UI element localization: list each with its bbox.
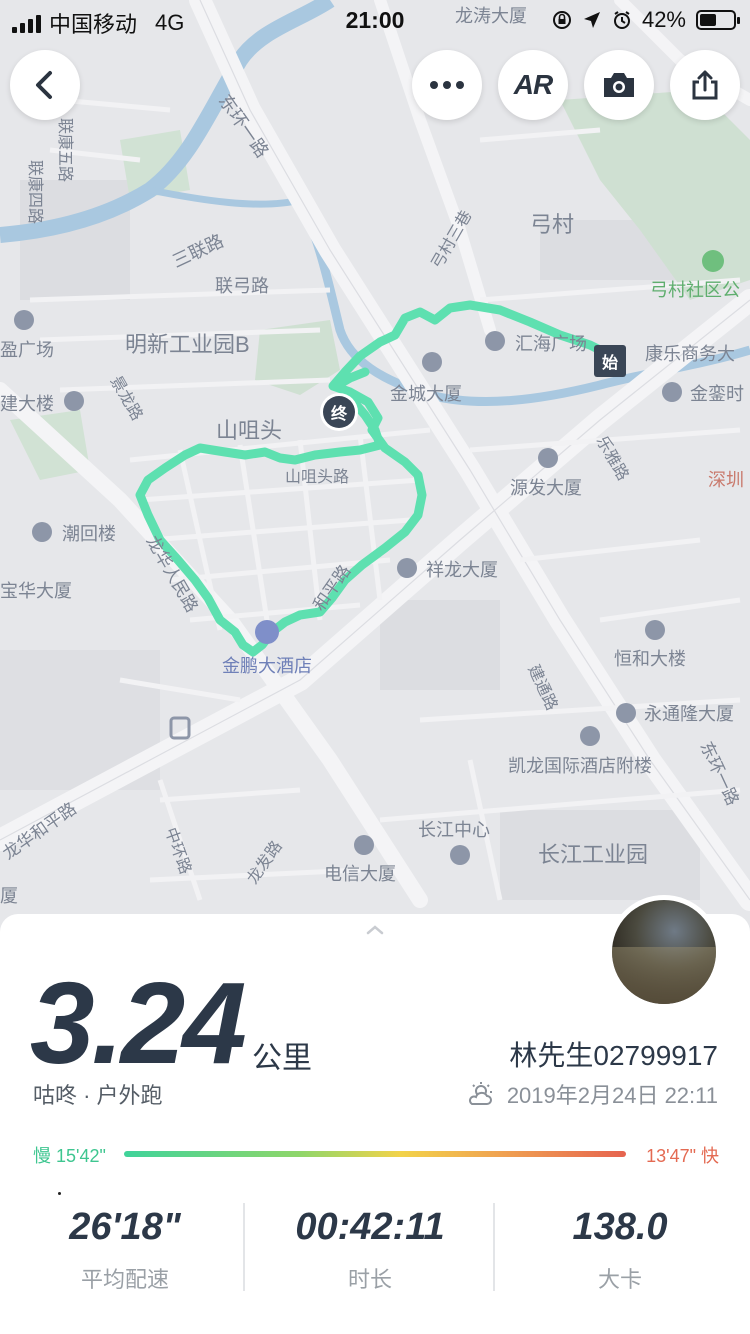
- stat-label: 平均配速: [80, 1267, 169, 1292]
- share-icon: [692, 70, 718, 100]
- svg-text:金城大厦: 金城大厦: [390, 384, 462, 404]
- camera-icon: [604, 73, 634, 97]
- stat-value: 26'18": [69, 1206, 181, 1248]
- svg-text:汇海广场: 汇海广场: [515, 334, 587, 354]
- share-button[interactable]: [670, 50, 740, 120]
- svg-text:宝华大厦: 宝华大厦: [0, 581, 72, 601]
- decorative-dot: [58, 1192, 61, 1195]
- svg-text:明新工业园B: 明新工业园B: [125, 332, 250, 357]
- svg-text:盈广场: 盈广场: [0, 340, 54, 360]
- more-icon: [430, 81, 464, 89]
- svg-text:弓村社区公: 弓村社区公: [650, 280, 740, 300]
- svg-text:康乐商务大: 康乐商务大: [645, 344, 735, 364]
- svg-text:恒和大楼: 恒和大楼: [614, 649, 686, 669]
- stat-duration: 00:42:11 时长: [245, 1208, 495, 1294]
- stat-value: 00:42:11: [295, 1206, 445, 1248]
- activity-date: 2019年2月24日 22:11: [506, 1083, 718, 1108]
- svg-text:凯龙国际酒店附楼: 凯龙国际酒店附楼: [508, 756, 652, 776]
- status-bar: 中国移动 4G 21:00 42%: [0, 0, 750, 40]
- stat-calories: 138.0 大卡: [495, 1208, 745, 1294]
- more-button[interactable]: [412, 50, 482, 120]
- back-button[interactable]: [10, 50, 80, 120]
- svg-text:电信大厦: 电信大厦: [324, 864, 396, 884]
- distance-value: 3.24: [30, 958, 247, 1088]
- route-end-marker: 终: [323, 396, 355, 428]
- pace-fast: 13'47" 快: [646, 1146, 719, 1166]
- svg-text:联弓路: 联弓路: [215, 276, 269, 296]
- svg-text:金銮时: 金銮时: [690, 384, 744, 404]
- distance-unit: 公里: [252, 1042, 312, 1075]
- svg-text:联康四路: 联康四路: [26, 160, 44, 224]
- svg-text:永通隆大厦: 永通隆大厦: [644, 704, 734, 724]
- svg-text:建大楼: 建大楼: [0, 394, 54, 414]
- svg-text:厦: 厦: [0, 886, 18, 906]
- svg-text:金鹏大酒店: 金鹏大酒店: [222, 656, 312, 676]
- ar-button[interactable]: AR: [498, 50, 568, 120]
- svg-text:联康五路: 联康五路: [56, 118, 74, 182]
- camera-button[interactable]: [584, 50, 654, 120]
- svg-text:长江工业园: 长江工业园: [538, 842, 648, 867]
- activity-datetime: 2019年2月24日 22:11: [467, 1078, 718, 1110]
- svg-text:深圳: 深圳: [708, 470, 744, 490]
- pace-slow: 慢 15'42": [33, 1146, 106, 1166]
- weather-partly-cloudy-icon: [468, 1082, 492, 1105]
- svg-text:山咀头: 山咀头: [216, 418, 282, 443]
- stat-label: 大卡: [597, 1267, 642, 1292]
- battery-icon: [696, 10, 740, 30]
- svg-text:祥龙大厦: 祥龙大厦: [426, 560, 498, 580]
- svg-text:长江中心: 长江中心: [418, 820, 490, 840]
- svg-text:源发大厦: 源发大厦: [510, 478, 582, 498]
- stat-value: 138.0: [572, 1206, 668, 1248]
- pace-gradient-bar: [124, 1151, 626, 1157]
- lock-rotation-icon: [552, 11, 571, 29]
- activity-type: 咕咚 · 户外跑: [33, 1083, 163, 1108]
- chevron-left-icon: [36, 71, 52, 99]
- location-icon: [583, 12, 600, 28]
- user-avatar[interactable]: [607, 895, 721, 1009]
- route-start-marker: 始: [594, 345, 626, 377]
- chevron-up-icon[interactable]: [365, 924, 385, 936]
- ar-label: AR: [513, 69, 553, 100]
- svg-text:潮回楼: 潮回楼: [62, 524, 116, 544]
- stat-avg-pace: 26'18" 平均配速: [0, 1208, 250, 1294]
- alarm-icon: [613, 11, 630, 29]
- stat-label: 时长: [347, 1267, 392, 1292]
- svg-text:弓村: 弓村: [530, 212, 574, 237]
- username: 林先生02799917: [509, 1040, 718, 1071]
- pace-range: 慢 15'42" 13'47" 快: [33, 1142, 719, 1166]
- battery-percent: 42%: [641, 7, 686, 32]
- svg-text:山咀头路: 山咀头路: [285, 468, 349, 486]
